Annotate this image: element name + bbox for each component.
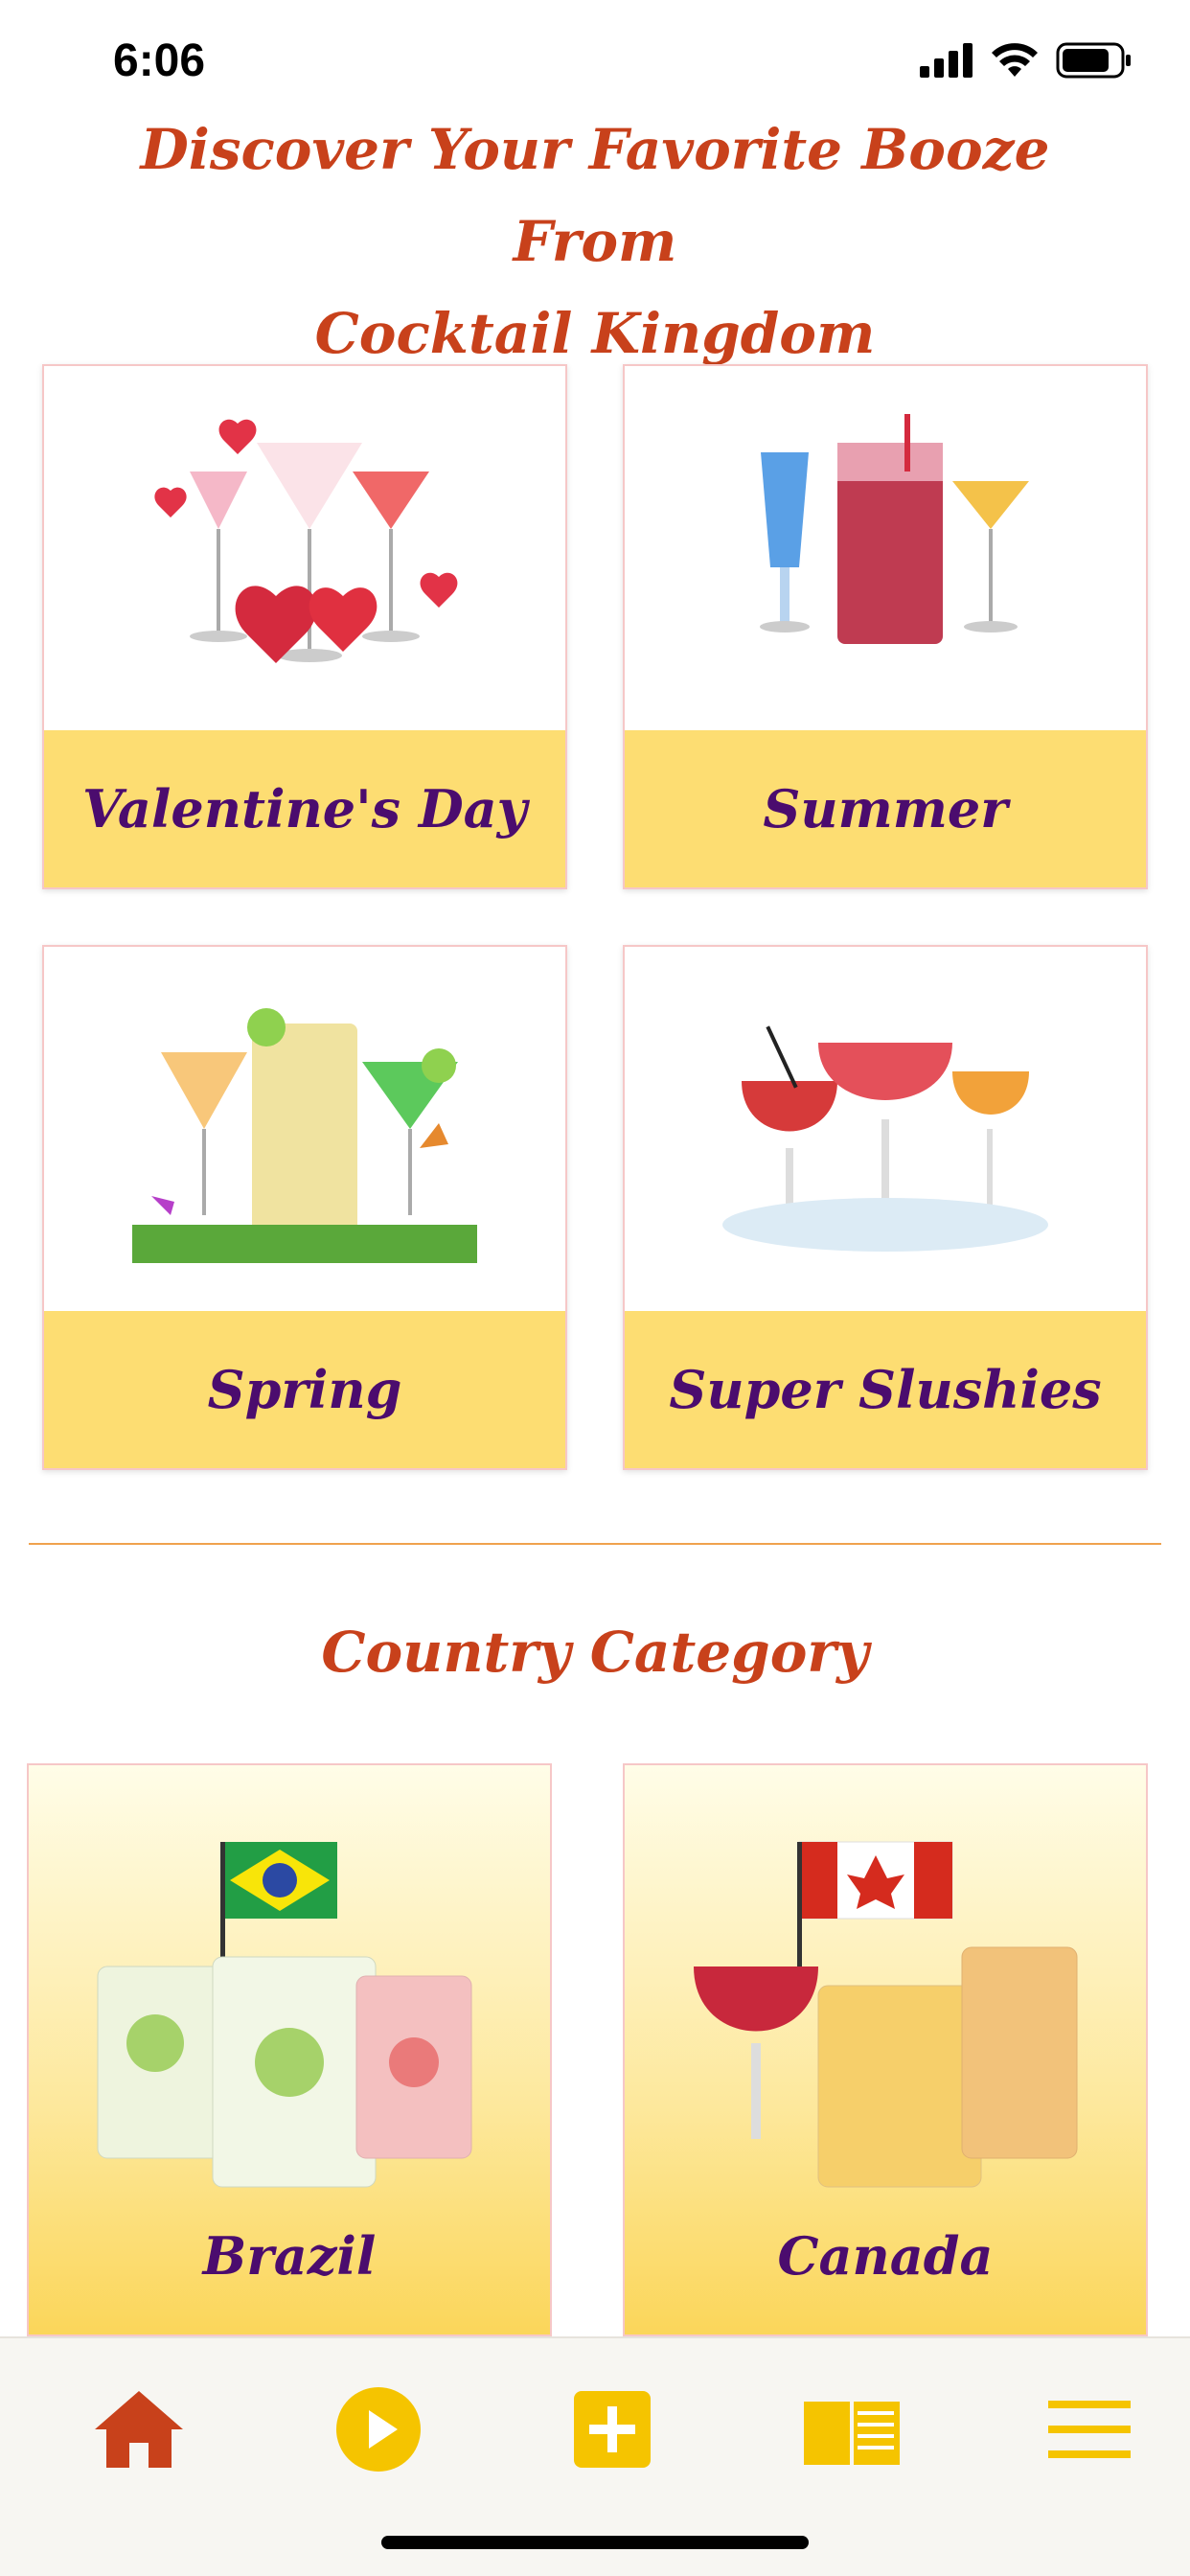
category-label: Valentine's Day <box>81 778 528 840</box>
category-card-valentines[interactable]: Valentine's Day <box>42 364 567 889</box>
signal-icon <box>920 43 973 78</box>
section-divider <box>29 1543 1161 1545</box>
book-icon <box>804 2402 900 2465</box>
brazil-cocktails-image <box>29 1804 550 2244</box>
category-label-bar: Spring <box>44 1311 565 1468</box>
category-label-bar: Valentine's Day <box>44 730 565 887</box>
country-card-brazil[interactable]: Brazil <box>27 1763 552 2336</box>
category-label: Spring <box>207 1359 402 1420</box>
add-icon <box>574 2391 651 2468</box>
tab-menu[interactable] <box>1037 2377 1142 2482</box>
page-title: Discover Your Favorite Booze From Cockta… <box>57 104 1133 380</box>
page-title-line1: Discover Your Favorite Booze From <box>140 117 1050 274</box>
canada-cocktails-image <box>625 1804 1146 2244</box>
status-time: 6:06 <box>113 35 206 86</box>
slushies-cocktails-image <box>625 947 1146 1311</box>
spring-cocktails-image <box>44 947 565 1311</box>
country-label: Canada <box>777 2225 994 2287</box>
country-card-canada[interactable]: Canada <box>623 1763 1148 2336</box>
tab-book[interactable] <box>799 2377 904 2482</box>
tab-play[interactable] <box>326 2377 431 2482</box>
category-card-slushies[interactable]: Super Slushies <box>623 945 1148 1470</box>
menu-icon <box>1048 2401 1131 2458</box>
status-icons <box>920 42 1133 79</box>
summer-cocktails-image <box>625 366 1146 730</box>
wifi-icon <box>992 43 1038 77</box>
play-icon <box>336 2387 421 2472</box>
category-label: Super Slushies <box>669 1359 1102 1420</box>
home-indicator[interactable] <box>381 2536 809 2549</box>
battery-icon <box>1056 42 1131 79</box>
category-label-bar: Summer <box>625 730 1146 887</box>
category-label: Summer <box>763 778 1008 840</box>
country-label: Brazil <box>202 2225 377 2287</box>
category-card-summer[interactable]: Summer <box>623 364 1148 889</box>
valentines-cocktails-image <box>44 366 565 730</box>
home-icon <box>95 2391 183 2468</box>
category-card-spring[interactable]: Spring <box>42 945 567 1470</box>
tab-home[interactable] <box>86 2377 192 2482</box>
tab-add[interactable] <box>560 2377 665 2482</box>
category-label-bar: Super Slushies <box>625 1311 1146 1468</box>
section-title: Country Category <box>321 1620 869 1685</box>
